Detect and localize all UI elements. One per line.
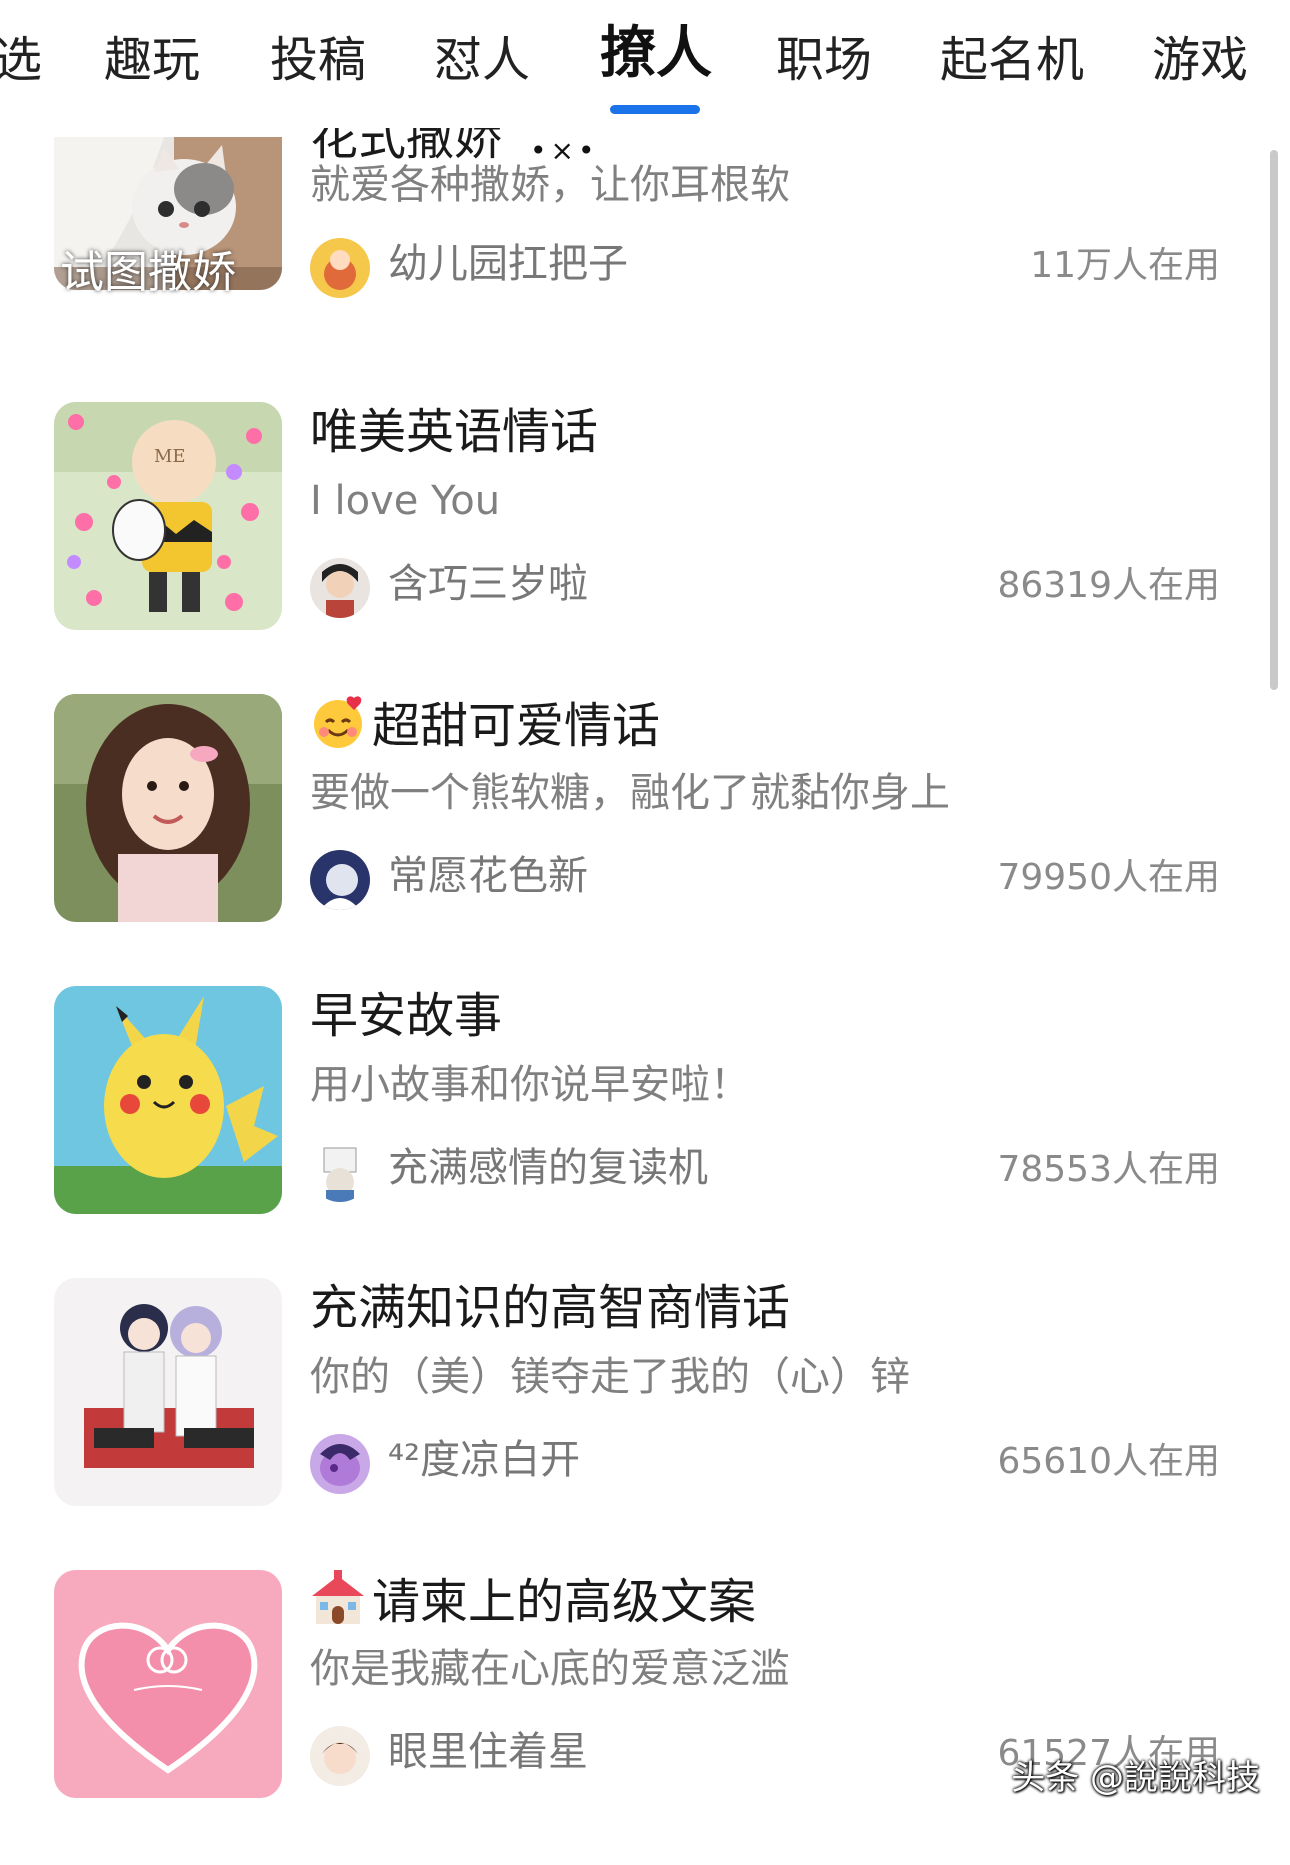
anime-couple-thumbnail [54,1278,282,1506]
girl-portrait-thumbnail [54,694,282,922]
title-deco: •×• [530,134,599,167]
tab-games[interactable]: 游戏 [1152,30,1248,90]
list-item[interactable]: 早安故事 用小故事和你说早安啦！ 充满感情的复读机 78553人在用 [0,986,1290,1281]
tab-name-generator[interactable]: 起名机 [940,30,1084,90]
wedding-card-thumbnail [54,1570,282,1798]
author-name[interactable]: 充满感情的复读机 [388,1140,708,1196]
active-tab-indicator [610,105,700,114]
list-item[interactable]: 充满知识的高智商情话 你的（美）镁夺走了我的（心）锌 ⁴²度凉白开 65610人… [0,1278,1290,1573]
item-title: 充满知识的高智商情话 [310,1280,791,1336]
item-subtitle: 你的（美）镁夺走了我的（心）锌 [310,1354,910,1400]
item-subtitle: I love You [310,478,501,524]
avatar[interactable] [310,558,370,618]
wedding-chapel-icon [312,1570,364,1624]
item-title: 唯美英语情话 [310,404,599,460]
smiling-face-with-hearts-icon [314,696,362,748]
list-item[interactable]: ME 唯美英语情话 I love You 含巧三岁啦 86319人在用 [0,402,1290,697]
avatar[interactable] [310,850,370,910]
item-title: 超甜可爱情话 [310,694,660,756]
svg-text:ME: ME [154,446,186,467]
usage-count: 79950人在用 [997,857,1220,898]
list-item[interactable]: 试图撒娇 花式撒娇 就爱各种撒娇，让你耳根软 幼儿园扛把子 11万人在用 [0,110,1290,407]
item-title-text: 请柬上的高级文案 [372,1574,757,1630]
usage-count: 86319人在用 [997,565,1220,606]
item-subtitle: 你是我藏在心底的爱意泛滥 [310,1646,790,1692]
template-list: 试图撒娇 花式撒娇 就爱各种撒娇，让你耳根软 幼儿园扛把子 11万人在用 ME [0,0,1290,1819]
tab-submit[interactable]: 投稿 [270,30,366,90]
avatar[interactable] [310,1726,370,1786]
author-name[interactable]: ⁴²度凉白开 [388,1432,580,1488]
watermark: 头条 @說說科技 [1011,1758,1260,1798]
tab-roast[interactable]: 怼人 [434,30,530,90]
tab-workplace[interactable]: 职场 [776,30,872,90]
list-item[interactable]: 请柬上的高级文案 你是我藏在心底的爱意泛滥 眼里住着星 61527人在用 [0,1570,1290,1865]
item-title: 早安故事 [310,988,503,1044]
usage-count: 65610人在用 [997,1441,1220,1482]
scrollbar[interactable] [1270,150,1278,690]
usage-count: 78553人在用 [997,1149,1220,1190]
avatar[interactable] [310,238,370,298]
thumb-caption: 试图撒娇 [60,247,236,298]
author-name[interactable]: 常愿花色新 [388,848,588,904]
item-subtitle: 要做一个熊软糖，融化了就黏你身上 [310,770,950,816]
tab-featured[interactable]: 选 [0,30,42,90]
author-name[interactable]: 含巧三岁啦 [388,556,588,612]
cartoon-hearts-thumbnail: ME [54,402,282,630]
item-subtitle: 用小故事和你说早安啦！ [310,1062,750,1108]
category-tab-bar: 选 趣玩 投稿 怼人 撩人 职场 起名机 游戏 [0,0,1290,128]
list-item[interactable]: 超甜可爱情话 要做一个熊软糖，融化了就黏你身上 常愿花色新 79950人在用 [0,694,1290,989]
author-name[interactable]: 幼儿园扛把子 [388,236,628,292]
avatar[interactable] [310,1434,370,1494]
tab-fun[interactable]: 趣玩 [104,30,200,90]
pikachu-thumbnail [54,986,282,1214]
item-title-text: 超甜可爱情话 [372,698,661,754]
tab-flirt[interactable]: 撩人 [600,24,712,84]
avatar[interactable] [310,1142,370,1202]
usage-count: 11万人在用 [1030,245,1220,286]
item-title: 请柬上的高级文案 [310,1570,756,1632]
author-name[interactable]: 眼里住着星 [388,1724,588,1780]
